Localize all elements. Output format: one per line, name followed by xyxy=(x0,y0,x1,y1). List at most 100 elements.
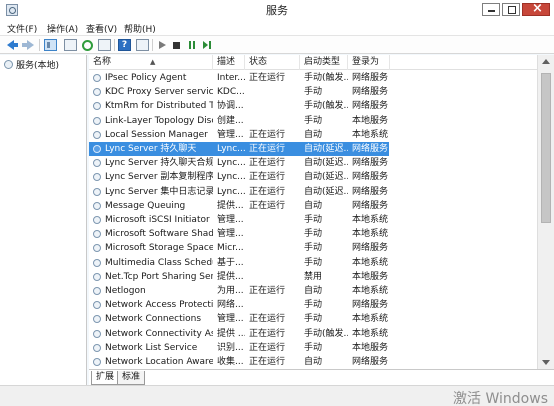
table-row[interactable]: Lync Server 副本复制程序... Lync... 正在运行 自动(延迟...… xyxy=(89,170,389,184)
service-startup-type-cell: 自动(延迟... xyxy=(304,144,348,154)
vertical-scrollbar[interactable] xyxy=(537,55,554,369)
service-description-cell: Lync... xyxy=(217,158,245,169)
menu-file[interactable]: 文件(F) xyxy=(7,22,37,35)
help-icon[interactable]: ? xyxy=(118,39,131,51)
menu-view[interactable]: 查看(V) xyxy=(86,22,117,35)
service-name-cell: Microsoft iSCSI Initiator ... xyxy=(105,215,213,225)
service-status-cell: 正在运行 xyxy=(249,129,286,140)
table-row[interactable]: Network Connections 管理... 正在运行 手动 本地系统 xyxy=(89,312,389,326)
table-row[interactable]: Multimedia Class Schedu... 基于... 手动 本地系统 xyxy=(89,256,389,270)
service-description-cell: 提供... xyxy=(217,271,244,282)
table-row[interactable]: Net.Tcp Port Sharing Ser... 提供... 禁用 本地服务 xyxy=(89,270,389,284)
start-service-icon[interactable] xyxy=(156,39,169,51)
stop-service-icon[interactable] xyxy=(170,39,183,51)
tree-item-label: 服务(本地) xyxy=(16,61,60,71)
window-title: 服务 xyxy=(266,4,288,17)
service-startup-type-cell: 自动 xyxy=(304,286,323,296)
refresh-icon[interactable] xyxy=(82,40,93,51)
column-header: 名称 ▲ 描述 状态 启动类型 登录为 xyxy=(89,55,554,70)
service-name-cell: Local Session Manager xyxy=(105,129,208,140)
service-status-cell: 正在运行 xyxy=(249,158,286,169)
service-startup-type-cell: 手动 xyxy=(304,257,323,268)
restart-service-icon[interactable] xyxy=(201,39,214,51)
service-status-cell xyxy=(245,298,300,312)
service-startup-type-cell: 自动 xyxy=(304,200,323,211)
title-bar[interactable]: 服务 xyxy=(0,0,554,20)
console-tree: 服务(本地) xyxy=(0,55,87,385)
table-row[interactable]: Local Session Manager 管理... 正在运行 自动 本地系统 xyxy=(89,128,389,142)
close-button[interactable] xyxy=(522,1,550,16)
forward-arrow-icon[interactable] xyxy=(22,39,35,51)
service-status-cell xyxy=(245,99,300,113)
pause-service-icon[interactable] xyxy=(186,39,199,51)
service-name-cell: Multimedia Class Schedu... xyxy=(105,257,213,268)
back-arrow-icon[interactable] xyxy=(6,39,19,51)
maximize-button[interactable] xyxy=(502,3,520,16)
service-name-cell: Message Queuing xyxy=(105,200,186,211)
service-log-on-as-cell: 网络服务 xyxy=(352,243,388,254)
service-status-cell: 正在运行 xyxy=(249,314,286,325)
service-name-cell: Microsoft Storage Space... xyxy=(105,243,213,254)
service-status-cell xyxy=(245,227,300,241)
tab-extended[interactable]: 扩展 xyxy=(91,371,120,385)
service-description-cell: Lync... xyxy=(217,144,245,154)
properties-icon[interactable] xyxy=(64,39,77,51)
toolbar-separator xyxy=(39,39,40,51)
table-row[interactable]: Network Location Aware... 收集... 正在运行 自动 网络服务 xyxy=(89,355,389,369)
scroll-up-arrow-icon[interactable] xyxy=(538,55,554,69)
table-row[interactable]: Lync Server 集中日志记录... Lync... 正在运行 自动(延迟...… xyxy=(89,185,389,199)
export-icon[interactable] xyxy=(98,39,111,51)
service-startup-type-cell: 手动 xyxy=(304,87,323,98)
service-log-on-as-cell: 网络服务 xyxy=(352,300,388,311)
table-row[interactable]: Microsoft Storage Space... Micr... 手动 网络服务 xyxy=(89,241,389,255)
table-row[interactable]: Network List Service 识别... 正在运行 手动 本地服务 xyxy=(89,341,389,355)
scrollbar-thumb[interactable] xyxy=(541,73,551,223)
column-header-name[interactable]: 名称 ▲ xyxy=(89,55,213,70)
menu-help[interactable]: 帮助(H) xyxy=(124,22,156,35)
tab-standard[interactable]: 标准 xyxy=(117,371,146,385)
tree-item-services-local[interactable]: 服务(本地) xyxy=(4,58,59,71)
table-row[interactable]: Lync Server 持久聊天 Lync... 正在运行 自动(延迟... 网络服务 xyxy=(89,142,389,156)
table-row[interactable]: Network Access Protecti... 网络... 手动 网络服务 xyxy=(89,298,389,312)
table-row[interactable]: Microsoft Software Shad... 管理... 手动 本地系统 xyxy=(89,227,389,241)
table-row[interactable]: Lync Server 持久聊天合规性 Lync... 正在运行 自动(延迟... 网络… xyxy=(89,156,389,170)
column-header-status[interactable]: 状态 xyxy=(245,55,300,70)
service-name-cell: Network Location Aware... xyxy=(105,357,213,367)
service-description-cell: 为用... xyxy=(217,286,244,296)
service-startup-type-cell: 手动 xyxy=(304,314,323,325)
service-status-cell: 正在运行 xyxy=(249,200,286,211)
service-log-on-as-cell: 本地服务 xyxy=(352,342,388,353)
table-row[interactable]: IPsec Policy Agent Inter... 正在运行 手动(触发... 网络… xyxy=(89,71,389,85)
service-status-cell: 正在运行 xyxy=(249,328,286,339)
column-header-log-on-as[interactable]: 登录为 xyxy=(348,55,390,70)
table-row[interactable]: Message Queuing 提供... 正在运行 自动 网络服务 xyxy=(89,199,389,213)
service-status-cell: 正在运行 xyxy=(249,73,286,83)
service-startup-type-cell: 手动(触发... xyxy=(304,101,348,112)
service-startup-type-cell: 手动 xyxy=(304,215,323,225)
service-startup-type-cell: 手动 xyxy=(304,115,323,126)
service-description-cell: 管理... xyxy=(217,215,244,225)
service-startup-type-cell: 自动(延迟... xyxy=(304,158,348,169)
menu-action[interactable]: 操作(A) xyxy=(47,22,78,35)
service-status-cell: 正在运行 xyxy=(249,144,286,154)
table-row[interactable]: Network Connectivity Ass... 提供 ... 正在运行 手动(… xyxy=(89,327,389,341)
show-tree-icon[interactable] xyxy=(44,39,57,51)
column-header-description[interactable]: 描述 xyxy=(213,55,245,70)
services-window: 服务 文件(F) 操作(A) 查看(V) 帮助(H) ? 服务(本地) xyxy=(0,0,554,406)
table-row[interactable]: Netlogon 为用... 正在运行 自动 本地系统 xyxy=(89,284,389,298)
service-name-cell: Net.Tcp Port Sharing Ser... xyxy=(105,271,213,282)
service-description-cell: 网络... xyxy=(217,300,244,311)
table-row[interactable]: Microsoft iSCSI Initiator ... 管理... 手动 本地系统 xyxy=(89,213,389,227)
scroll-down-arrow-icon[interactable] xyxy=(538,355,554,369)
table-row[interactable]: KtmRm for Distributed Tr... 协调... 手动(触发...… xyxy=(89,99,389,113)
minimize-button[interactable] xyxy=(482,3,500,16)
column-header-startup-type[interactable]: 启动类型 xyxy=(300,55,348,70)
toolbar-separator xyxy=(152,39,153,51)
table-row[interactable]: KDC Proxy Server service... KDC... 手动 网络服务 xyxy=(89,85,389,99)
table-row[interactable]: Link-Layer Topology Disc... 创建... 手动 本地服务 xyxy=(89,114,389,128)
service-log-on-as-cell: 网络服务 xyxy=(352,357,388,367)
view-tabs: 扩展 标准 xyxy=(89,369,554,385)
status-bar: 激活 Windows xyxy=(0,385,554,406)
console-icon[interactable] xyxy=(136,39,149,51)
service-description-cell: Micr... xyxy=(217,243,244,254)
